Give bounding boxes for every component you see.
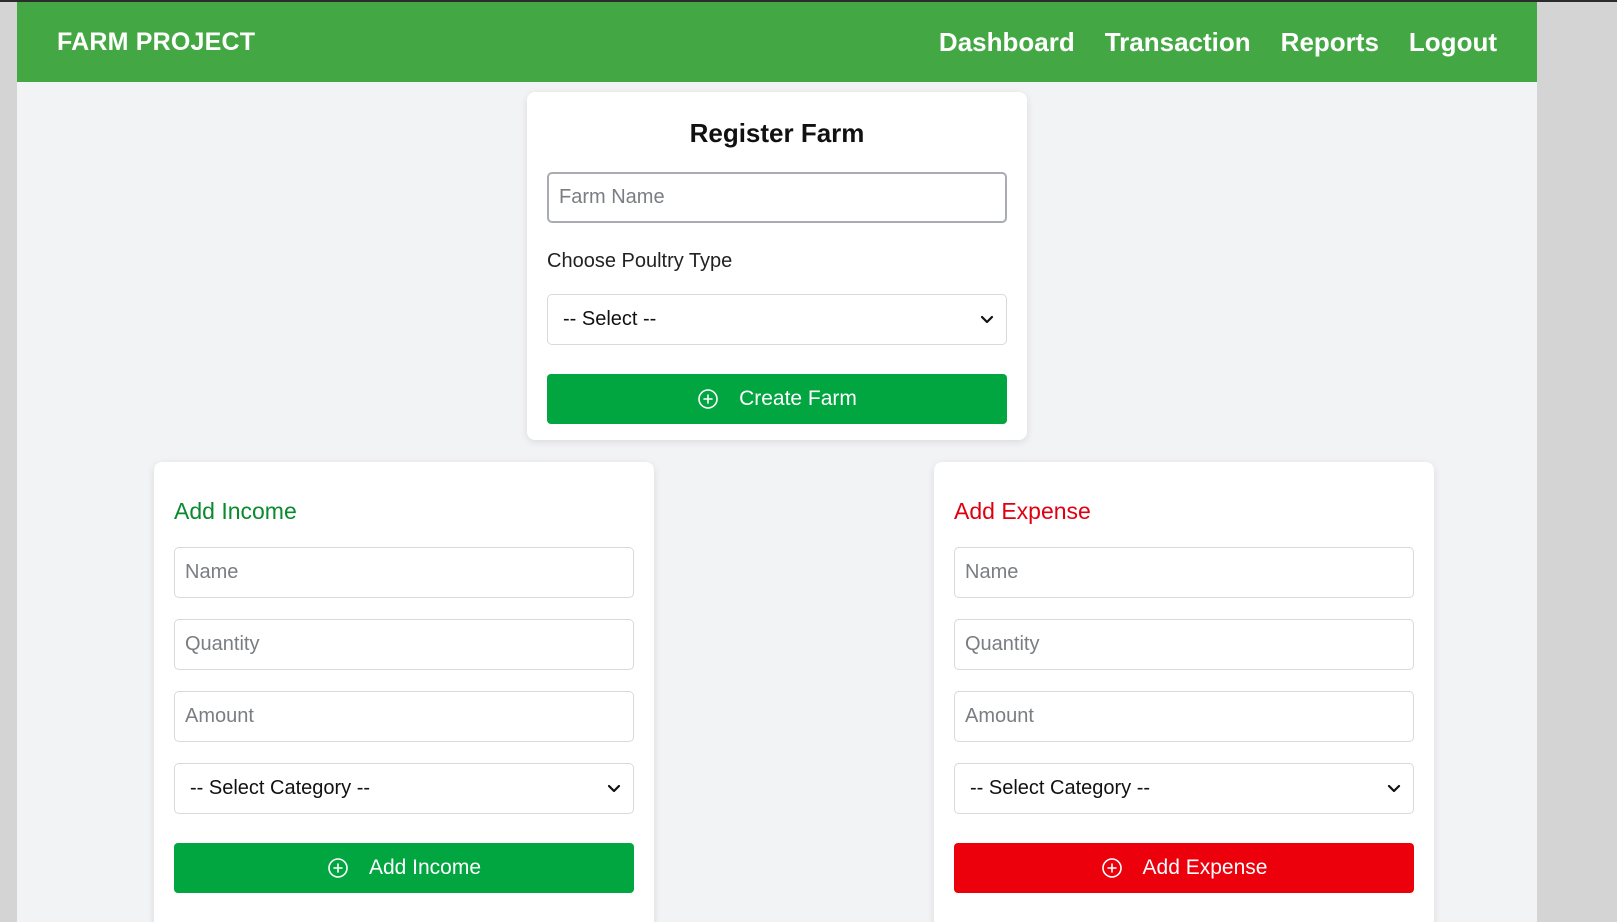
plus-circle-icon — [698, 389, 718, 409]
poultry-type-select[interactable]: -- Select -- — [547, 294, 1007, 345]
expense-amount-input[interactable] — [954, 691, 1414, 742]
nav-link-reports[interactable]: Reports — [1281, 27, 1379, 58]
add-income-title: Add Income — [174, 498, 297, 524]
expense-category-select-value: -- Select Category -- — [970, 777, 1151, 799]
chevron-down-icon — [980, 315, 994, 323]
add-expense-title: Add Expense — [954, 498, 1091, 524]
navbar: FARM PROJECT Dashboard Transaction Repor… — [17, 2, 1537, 82]
farm-name-input[interactable] — [547, 172, 1007, 223]
expense-name-input[interactable] — [954, 547, 1414, 598]
add-expense-button[interactable]: Add Expense — [954, 843, 1414, 893]
page: FARM PROJECT Dashboard Transaction Repor… — [17, 2, 1537, 922]
poultry-type-label: Choose Poultry Type — [547, 250, 733, 272]
poultry-type-select-value: -- Select -- — [563, 308, 657, 330]
plus-circle-icon — [328, 858, 348, 878]
add-income-button-label: Add Income — [368, 856, 482, 879]
income-amount-input[interactable] — [174, 691, 634, 742]
add-expense-button-label: Add Expense — [1142, 856, 1268, 879]
expense-quantity-input[interactable] — [954, 619, 1414, 670]
chevron-down-icon — [1387, 784, 1401, 792]
nav-links: Dashboard Transaction Reports Logout — [939, 27, 1497, 58]
add-expense-card: Add Expense -- Select Category -- Add Ex… — [934, 462, 1434, 922]
register-farm-card: Register Farm Choose Poultry Type -- Sel… — [527, 92, 1027, 440]
income-quantity-input[interactable] — [174, 619, 634, 670]
plus-circle-icon — [1101, 858, 1122, 878]
create-farm-button[interactable]: Create Farm — [547, 374, 1007, 424]
nav-link-transaction[interactable]: Transaction — [1105, 27, 1251, 58]
brand-logo[interactable]: FARM PROJECT — [57, 28, 255, 57]
income-name-input[interactable] — [174, 547, 634, 598]
nav-link-dashboard[interactable]: Dashboard — [939, 27, 1075, 58]
income-category-select-value: -- Select Category -- — [190, 777, 371, 799]
chevron-down-icon — [607, 784, 621, 792]
nav-link-logout[interactable]: Logout — [1409, 27, 1497, 58]
create-farm-button-label: Create Farm — [739, 387, 857, 410]
expense-category-select[interactable]: -- Select Category -- — [954, 763, 1414, 814]
income-category-select[interactable]: -- Select Category -- — [174, 763, 634, 814]
register-farm-title: Register Farm — [689, 118, 865, 148]
add-income-button[interactable]: Add Income — [174, 843, 634, 893]
add-income-card: Add Income -- Select Category -- Add Inc… — [154, 462, 654, 922]
